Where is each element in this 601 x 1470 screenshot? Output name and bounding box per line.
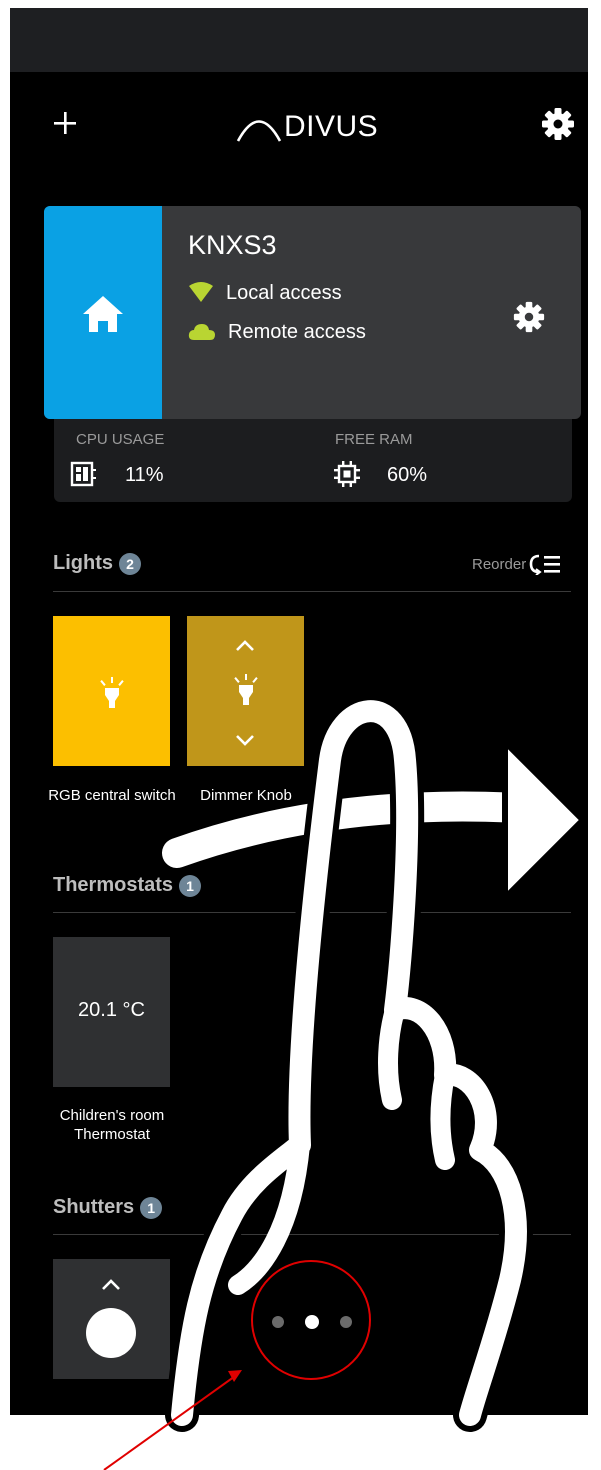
lights-section-title: Lights 2	[53, 552, 141, 575]
shutters-title-text: Shutters	[53, 1196, 135, 1218]
thermostat-temperature: 20.1 °C	[78, 999, 145, 1021]
thermostats-divider	[53, 912, 571, 913]
lights-divider	[53, 591, 571, 592]
shutters-divider	[53, 1234, 571, 1235]
app-screen: DIVUS KNXS3 Local access Remote access C…	[10, 8, 588, 1415]
chip-icon	[334, 461, 360, 487]
local-access-label: Local access	[226, 281, 342, 304]
cloud-icon	[188, 324, 215, 340]
chevron-up-icon[interactable]	[235, 638, 255, 652]
rgb-central-switch-label: RGB central switch	[48, 787, 176, 804]
light-tile-rgb-central-switch[interactable]	[53, 616, 170, 766]
thermostats-section-title: Thermostats 1	[53, 874, 202, 897]
bulb-icon	[100, 677, 124, 708]
home-tile[interactable]	[44, 206, 162, 419]
remote-access-row: Remote access	[188, 317, 366, 347]
logo-text: DIVUS	[284, 110, 379, 143]
shutter-knob-icon[interactable]	[85, 1307, 137, 1359]
childrens-room-thermostat-label: Children's room Thermostat	[59, 1107, 165, 1143]
dimmer-knob-label: Dimmer Knob	[200, 787, 292, 804]
shutters-section-title: Shutters 1	[53, 1196, 163, 1219]
thermostat-tile-childrens-room[interactable]: 20.1 °C	[53, 937, 170, 1087]
server-settings-button[interactable]	[512, 300, 546, 334]
cpu-usage-label: CPU USAGE	[76, 431, 165, 448]
home-icon	[83, 296, 123, 332]
gear-icon	[542, 108, 574, 140]
light-tile-dimmer-knob[interactable]	[187, 616, 304, 766]
lights-count-badge: 2	[119, 552, 141, 575]
lights-title-text: Lights	[53, 552, 113, 574]
reorder-icon	[529, 554, 561, 575]
reorder-button[interactable]: Reorder	[472, 553, 564, 575]
free-ram-label: FREE RAM	[335, 431, 413, 448]
bulb-icon	[234, 674, 258, 705]
add-button[interactable]	[50, 108, 80, 138]
chevron-down-icon[interactable]	[235, 734, 255, 748]
plus-icon	[54, 112, 76, 134]
cpu-usage-value: 11%	[125, 464, 164, 486]
local-access-row: Local access	[188, 278, 342, 308]
gear-icon	[513, 301, 545, 333]
thermostats-title-text: Thermostats	[53, 874, 174, 896]
reorder-label: Reorder	[472, 555, 527, 573]
shutter-tile[interactable]	[53, 1259, 170, 1379]
chevron-up-icon[interactable]	[101, 1277, 121, 1291]
settings-button[interactable]	[540, 106, 576, 142]
shutters-count-badge: 1	[140, 1196, 163, 1219]
thermostats-count-badge: 1	[179, 874, 202, 897]
stats-panel: CPU USAGE 11% FREE RAM 60%	[54, 419, 572, 502]
status-bar	[10, 8, 588, 72]
wifi-icon	[189, 282, 213, 302]
server-card[interactable]: KNXS3 Local access Remote access	[44, 206, 581, 419]
remote-access-label: Remote access	[228, 320, 366, 343]
free-ram-value: 60%	[387, 464, 428, 486]
logo-arc-icon	[236, 120, 282, 142]
divus-logo: DIVUS	[234, 108, 394, 144]
cpu-icon	[70, 461, 96, 487]
server-name: KNXS3	[188, 230, 277, 260]
